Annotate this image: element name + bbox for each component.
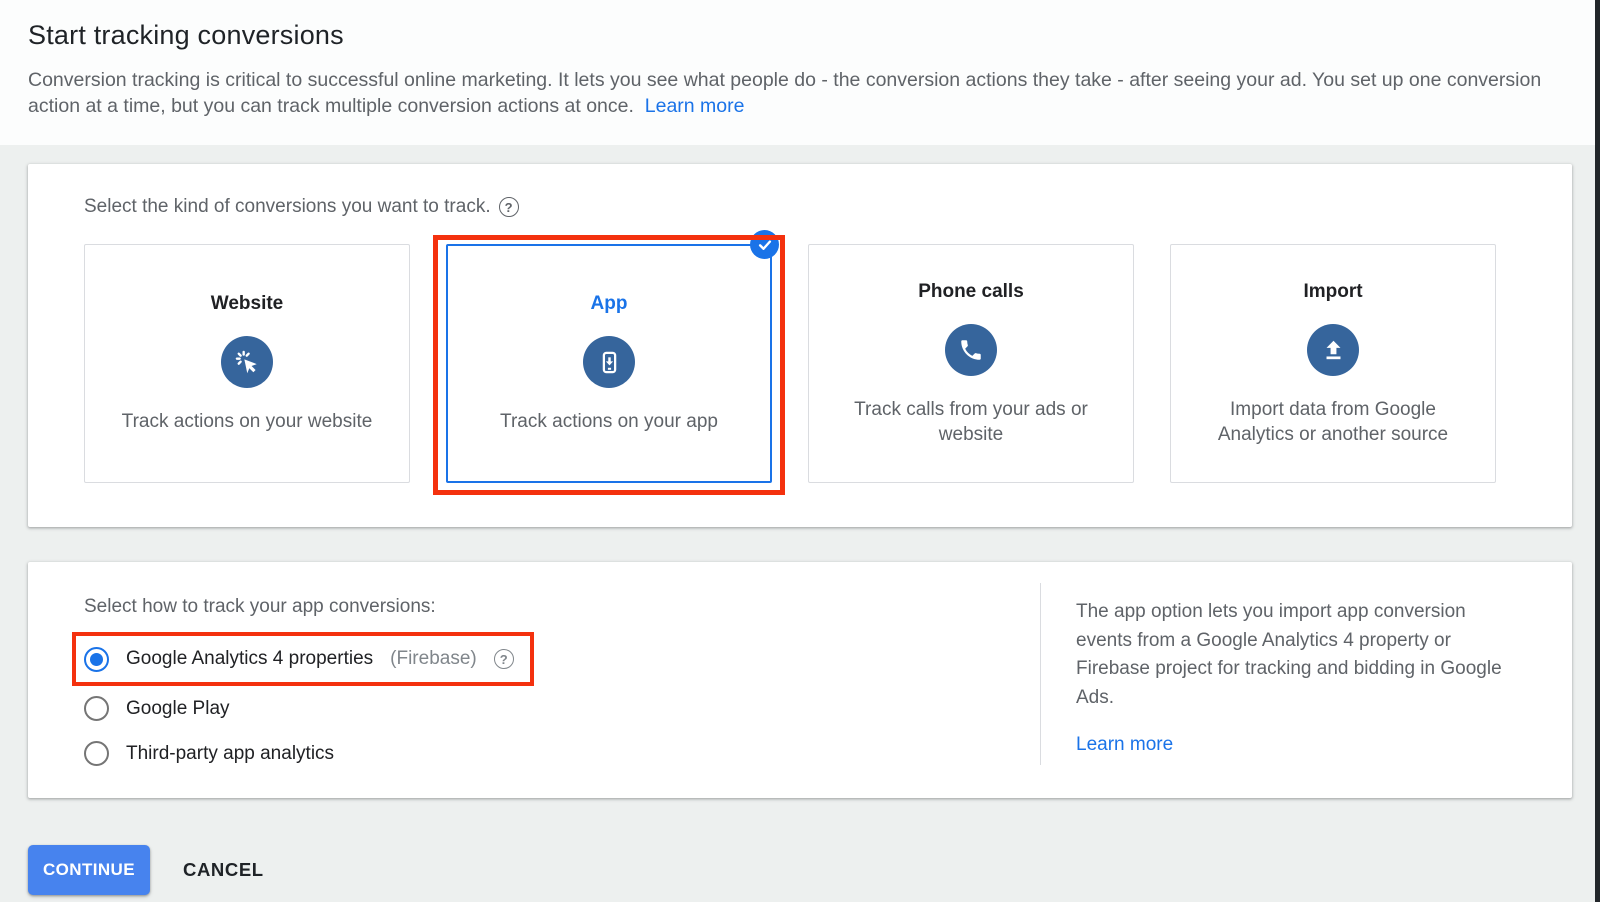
option-description: Track calls from your ads or website: [837, 397, 1105, 447]
right-edge-strip: [1595, 0, 1600, 902]
selected-check-icon: [750, 230, 779, 259]
radio-label-suffix: (Firebase): [390, 648, 477, 670]
app-info-text: The app option lets you import app conve…: [1076, 598, 1521, 712]
app-info-panel: The app option lets you import app conve…: [1076, 598, 1521, 756]
option-description: Track actions on your app: [500, 409, 718, 434]
radio-option-ga4[interactable]: Google Analytics 4 properties (Firebase)…: [84, 641, 514, 677]
option-card-app[interactable]: App Track actions on your app: [446, 244, 772, 483]
option-title: App: [591, 293, 628, 315]
conversion-kind-options: Website Trac: [84, 244, 1516, 483]
option-title: Import: [1303, 281, 1362, 303]
option-card-phone-calls[interactable]: Phone calls Track calls from your ads or…: [808, 244, 1134, 483]
option-card-website[interactable]: Website Trac: [84, 244, 410, 483]
radio-button-unchecked[interactable]: [84, 741, 109, 766]
vertical-divider: [1040, 583, 1041, 765]
conversion-kind-label-row: Select the kind of conversions you want …: [84, 196, 1516, 218]
help-icon[interactable]: ?: [499, 197, 519, 217]
mobile-download-icon: [583, 336, 635, 388]
page-header: Start tracking conversions Conversion tr…: [0, 0, 1600, 145]
option-slot-phone-calls: Phone calls Track calls from your ads or…: [808, 244, 1134, 483]
upload-icon: [1307, 324, 1359, 376]
continue-button[interactable]: CONTINUE: [28, 845, 150, 895]
annotation-red-frame-ga4: Google Analytics 4 properties (Firebase)…: [72, 632, 534, 686]
app-tracking-card: Select how to track your app conversions…: [28, 562, 1572, 798]
cursor-click-icon: [221, 336, 273, 388]
phone-icon: [945, 324, 997, 376]
cancel-button[interactable]: CANCEL: [171, 849, 276, 891]
option-description: Import data from Google Analytics or ano…: [1199, 397, 1467, 447]
conversion-kind-label: Select the kind of conversions you want …: [84, 196, 491, 218]
option-card-import[interactable]: Import Import data from Google Analytics…: [1170, 244, 1496, 483]
option-slot-import: Import Import data from Google Analytics…: [1170, 244, 1496, 483]
action-bar: CONTINUE CANCEL: [28, 845, 1572, 895]
radio-label: Google Play: [126, 698, 230, 720]
option-description: Track actions on your website: [122, 409, 373, 434]
help-icon[interactable]: ?: [494, 649, 514, 669]
radio-button-checked[interactable]: [84, 647, 109, 672]
conversion-setup-page: Start tracking conversions Conversion tr…: [0, 0, 1600, 902]
conversion-kind-card: Select the kind of conversions you want …: [28, 164, 1572, 527]
option-title: Phone calls: [918, 281, 1024, 303]
info-learn-more-link[interactable]: Learn more: [1076, 734, 1173, 756]
option-title: Website: [211, 293, 284, 315]
intro-paragraph: Conversion tracking is critical to succe…: [28, 67, 1572, 119]
radio-label: Third-party app analytics: [126, 743, 334, 765]
option-slot-app: App Track actions on your app: [446, 244, 772, 483]
intro-learn-more-link[interactable]: Learn more: [645, 95, 745, 117]
intro-text: Conversion tracking is critical to succe…: [28, 69, 1541, 117]
radio-button-unchecked[interactable]: [84, 696, 109, 721]
page-title: Start tracking conversions: [28, 20, 1572, 51]
radio-label: Google Analytics 4 properties: [126, 648, 373, 670]
option-slot-website: Website Trac: [84, 244, 410, 483]
